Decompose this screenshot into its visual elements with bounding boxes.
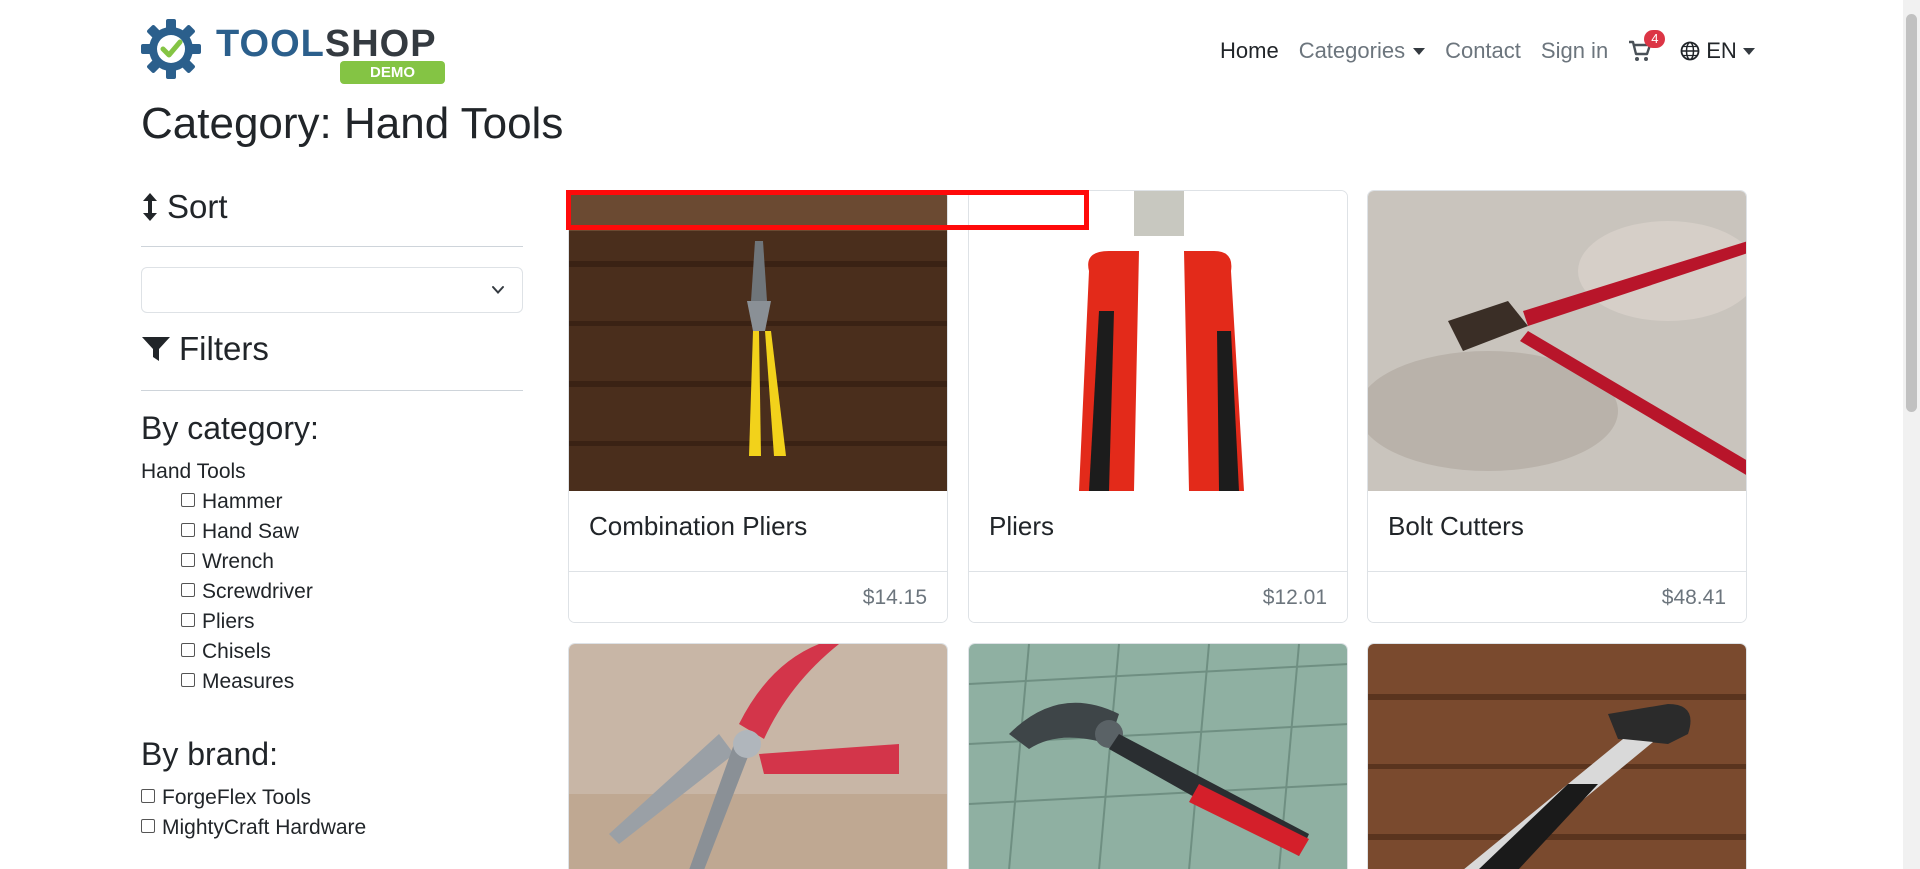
pliers-photo	[969, 191, 1347, 491]
category-filter-screwdriver[interactable]: Screwdriver	[181, 580, 313, 604]
sort-heading-label: Sort	[167, 188, 228, 225]
card-footer: $14.15	[569, 571, 947, 622]
product-name: Pliers	[989, 511, 1055, 541]
nav-home[interactable]: Home	[1220, 38, 1279, 64]
nav-categories-label: Categories	[1298, 38, 1406, 63]
checkbox[interactable]	[181, 523, 195, 537]
card-footer: $12.01	[969, 571, 1347, 622]
category-filter-wrench[interactable]: Wrench	[181, 550, 274, 574]
logo-demo-badge: DEMO	[340, 61, 445, 84]
checkbox[interactable]	[181, 553, 195, 567]
category-filter-label: Measures	[202, 670, 295, 693]
language-label: EN	[1706, 38, 1737, 63]
logo-wordmark: TOOLSHOP	[216, 23, 437, 66]
brand-filter-forgeflex[interactable]: ForgeFlex Tools	[141, 786, 311, 810]
category-filter-label: Pliers	[202, 610, 255, 633]
product-image	[1368, 644, 1746, 869]
nav-sign-in[interactable]: Sign in	[1541, 38, 1608, 64]
chevron-down-icon	[492, 286, 504, 294]
filters-heading: Filters	[141, 330, 269, 368]
filters-heading-label: Filters	[179, 330, 269, 367]
sort-arrows-icon	[143, 193, 157, 221]
hammer-photo	[1368, 644, 1746, 869]
product-price: $48.41	[1661, 586, 1726, 609]
pliers-photo	[569, 191, 947, 491]
product-card[interactable]: Bolt Cutters $48.41	[1367, 190, 1747, 623]
caret-down-icon	[1413, 47, 1426, 55]
language-dropdown[interactable]: EN	[1680, 38, 1755, 64]
main-nav: Home Categories Contact Sign in 4 EN	[1220, 30, 1755, 66]
by-brand-heading: By brand:	[141, 736, 278, 772]
product-image	[969, 644, 1347, 869]
gear-logo-icon	[141, 19, 201, 79]
category-filter-pliers[interactable]: Pliers	[181, 610, 255, 634]
category-filter-label: Chisels	[202, 640, 271, 663]
cart-count-badge: 4	[1644, 30, 1666, 48]
category-filter-hammer[interactable]: Hammer	[181, 490, 283, 514]
checkbox[interactable]	[181, 673, 195, 687]
sort-select[interactable]	[141, 267, 523, 313]
product-card[interactable]	[568, 643, 948, 869]
sort-heading: Sort	[141, 188, 228, 226]
product-name: Combination Pliers	[589, 511, 808, 541]
checkbox[interactable]	[181, 493, 195, 507]
water-pump-pliers-photo	[969, 644, 1347, 869]
checkbox[interactable]	[181, 583, 195, 597]
category-filter-hand-saw[interactable]: Hand Saw	[181, 520, 299, 544]
product-price: $14.15	[862, 586, 927, 609]
category-filter-label: Screwdriver	[202, 580, 313, 603]
globe-icon	[1680, 41, 1700, 61]
brand-filter-label: ForgeFlex Tools	[162, 786, 312, 809]
nav-categories-dropdown[interactable]: Categories	[1298, 38, 1426, 64]
checkbox[interactable]	[181, 613, 195, 627]
product-price: $12.01	[1262, 586, 1327, 609]
product-image	[1368, 191, 1746, 491]
checkbox[interactable]	[141, 819, 155, 833]
logo-text-shop: SHOP	[324, 23, 437, 65]
nav-contact[interactable]: Contact	[1445, 38, 1521, 64]
divider	[141, 246, 523, 247]
product-card[interactable]	[968, 643, 1348, 869]
brand-filter-mightycraft[interactable]: MightyCraft Hardware	[141, 816, 366, 840]
scrollbar[interactable]	[1903, 0, 1920, 869]
highlight-box	[566, 190, 1089, 230]
card-footer: $48.41	[1368, 571, 1746, 622]
product-card[interactable]: Combination Pliers $14.15	[568, 190, 948, 623]
divider	[141, 390, 523, 391]
product-name: Bolt Cutters	[1388, 511, 1524, 541]
category-filter-label: Wrench	[202, 550, 274, 573]
bolt-cutters-photo	[1368, 191, 1746, 491]
category-parent-label: Hand Tools	[141, 460, 246, 483]
product-image	[969, 191, 1347, 491]
page-title: Category: Hand Tools	[141, 99, 564, 148]
product-image	[569, 644, 947, 869]
category-filter-label: Hand Saw	[202, 520, 299, 543]
category-filter-measures[interactable]: Measures	[181, 670, 294, 694]
long-nose-pliers-photo	[569, 644, 947, 869]
site-logo[interactable]: TOOLSHOP DEMO	[139, 15, 449, 85]
logo-text-tool: TOOL	[216, 23, 325, 65]
cart-button[interactable]: 4	[1628, 30, 1666, 62]
checkbox[interactable]	[141, 789, 155, 803]
by-category-heading: By category:	[141, 410, 319, 446]
category-filter-chisels[interactable]: Chisels	[181, 640, 271, 664]
brand-filter-label: MightyCraft Hardware	[162, 816, 367, 839]
scrollbar-thumb[interactable]	[1906, 14, 1917, 412]
caret-down-icon	[1742, 47, 1755, 55]
checkbox[interactable]	[181, 643, 195, 657]
product-card[interactable]: Pliers $12.01	[968, 190, 1348, 623]
filter-funnel-icon	[142, 337, 170, 361]
category-filter-label: Hammer	[202, 490, 283, 513]
product-card[interactable]	[1367, 643, 1747, 869]
product-image	[569, 191, 947, 491]
